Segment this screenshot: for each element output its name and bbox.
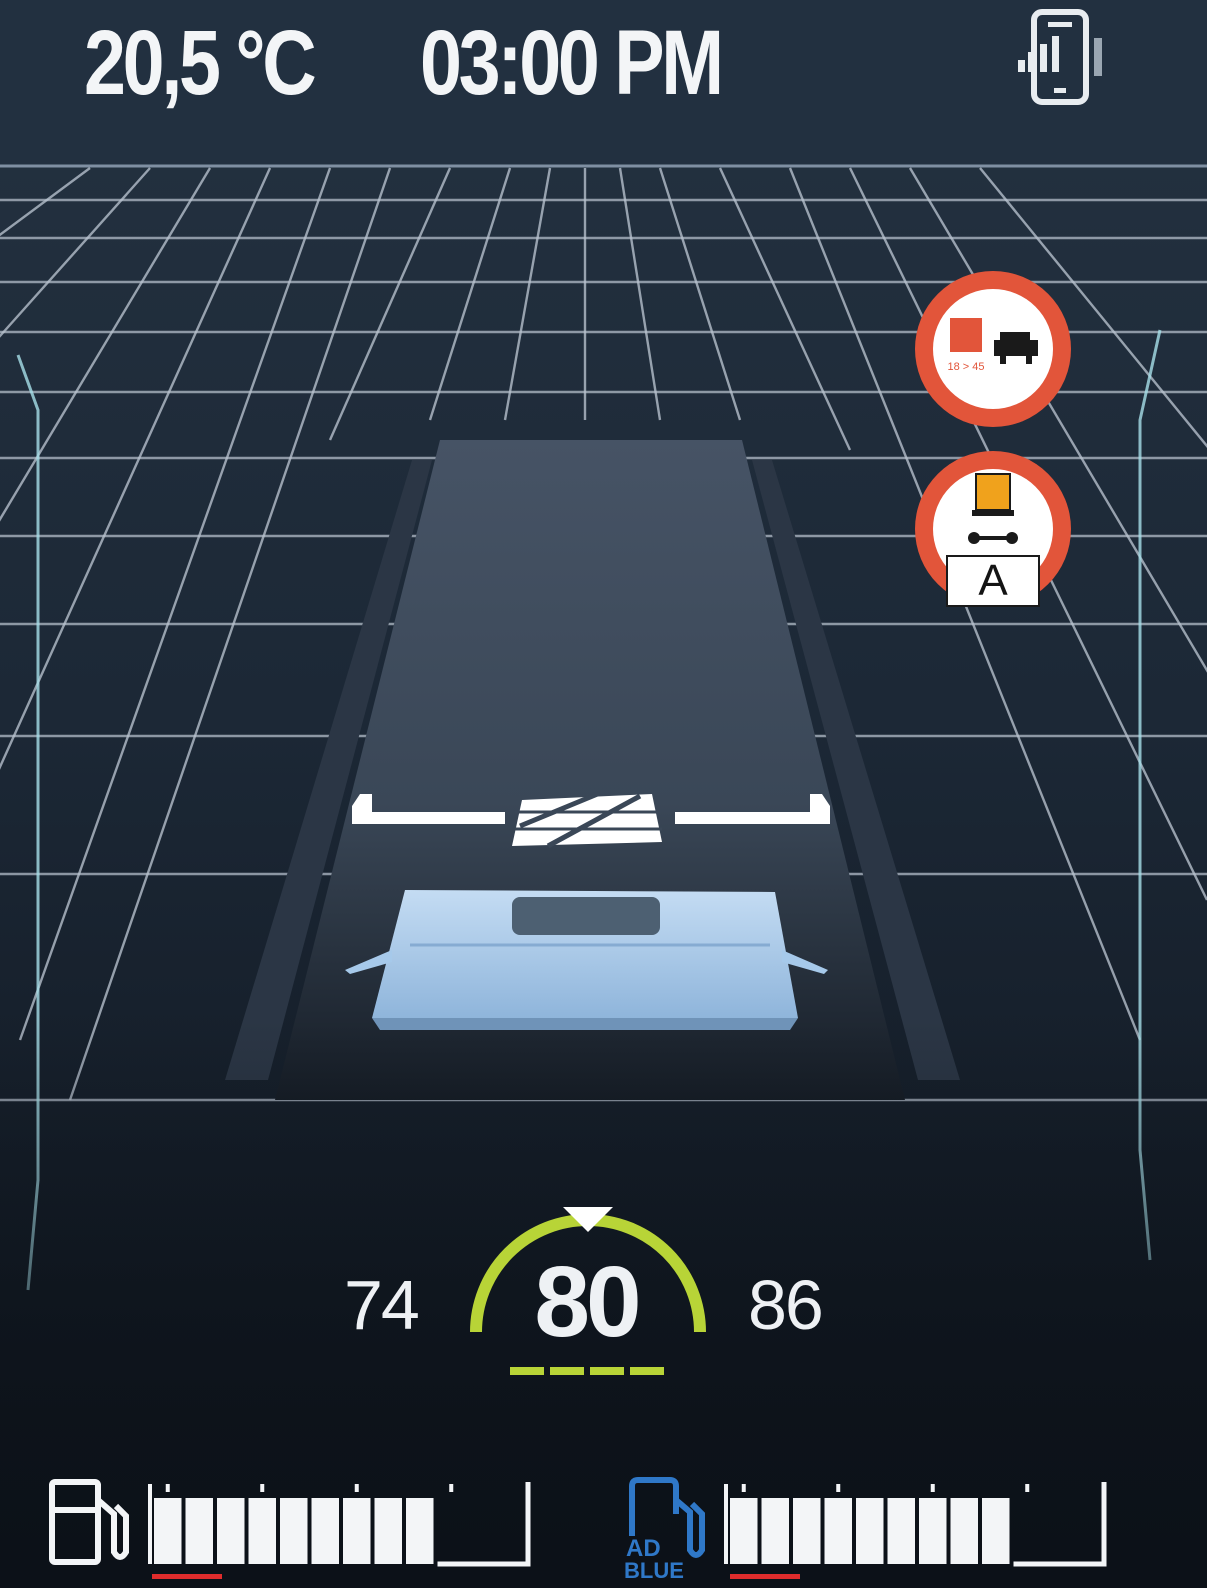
gauge-start-mark bbox=[724, 1484, 728, 1564]
adblue-gauge: AD BLUE bbox=[624, 1477, 1107, 1580]
gauge-segment-filled bbox=[761, 1498, 789, 1564]
cruise-lower-limit: 74 bbox=[344, 1266, 420, 1344]
gauge-segment-filled bbox=[824, 1498, 852, 1564]
gauge-segment-filled bbox=[185, 1498, 213, 1564]
fuel-reserve-mark bbox=[152, 1574, 222, 1579]
gauge-segment-filled bbox=[374, 1498, 402, 1564]
gauge-segment-filled bbox=[730, 1498, 758, 1564]
gauge-segment-filled bbox=[793, 1498, 821, 1564]
gauge-segment-filled bbox=[406, 1498, 434, 1564]
gauge-start-mark bbox=[148, 1484, 152, 1564]
gauge-segment-filled bbox=[919, 1498, 947, 1564]
gauge-tick bbox=[354, 1484, 359, 1492]
gauge-segment-filled bbox=[217, 1498, 245, 1564]
clock-readout: 03:00 PM bbox=[420, 12, 724, 114]
temperature-readout: 20,5 °C bbox=[84, 12, 317, 114]
cruise-set-speed: 80 bbox=[534, 1246, 641, 1358]
gauge-segment-filled bbox=[154, 1498, 182, 1564]
gauge-tick bbox=[1025, 1484, 1030, 1492]
phone-signal-icon bbox=[1018, 9, 1102, 105]
adblue-icon-line2: BLUE bbox=[624, 1558, 684, 1580]
gauge-segment-filled bbox=[856, 1498, 884, 1564]
adblue-reserve-mark bbox=[730, 1574, 800, 1579]
fuel-gauge bbox=[49, 1479, 531, 1579]
gauge-tick bbox=[741, 1484, 746, 1492]
adblue-icon: AD BLUE bbox=[624, 1477, 705, 1580]
gauge-tick bbox=[930, 1484, 935, 1492]
gauge-segment-filled bbox=[887, 1498, 915, 1564]
gauge-segment-filled bbox=[950, 1498, 978, 1564]
adblue-level-bar bbox=[724, 1482, 1107, 1567]
gauge-tick bbox=[449, 1484, 454, 1492]
truck-cab bbox=[345, 890, 828, 1030]
no-overtaking-trucks-sign-icon: 18 > 45 bbox=[915, 271, 1071, 427]
gauge-tick bbox=[260, 1484, 265, 1492]
truck-dashboard-display: 20,5 °C 03:00 PM 18 > 45 A 74 80 86 AD B… bbox=[0, 0, 1207, 1588]
gauge-segment-filled bbox=[311, 1498, 339, 1564]
gauge-segment-filled bbox=[280, 1498, 308, 1564]
sign-caption: 18 > 45 bbox=[947, 361, 984, 373]
gauge-tick bbox=[836, 1484, 841, 1492]
cruise-upper-limit: 86 bbox=[748, 1266, 824, 1344]
sign-plate-label: A bbox=[978, 556, 1008, 605]
gauge-segment-filled bbox=[982, 1498, 1010, 1564]
gauge-segment-filled bbox=[248, 1498, 276, 1564]
gauge-tick bbox=[165, 1484, 170, 1492]
gauge-empty-outline bbox=[437, 1482, 531, 1567]
fuel-pump-icon bbox=[49, 1479, 129, 1565]
gauge-segment-filled bbox=[343, 1498, 371, 1564]
fuel-level-bar bbox=[148, 1482, 531, 1567]
gauge-empty-outline bbox=[1013, 1482, 1107, 1567]
